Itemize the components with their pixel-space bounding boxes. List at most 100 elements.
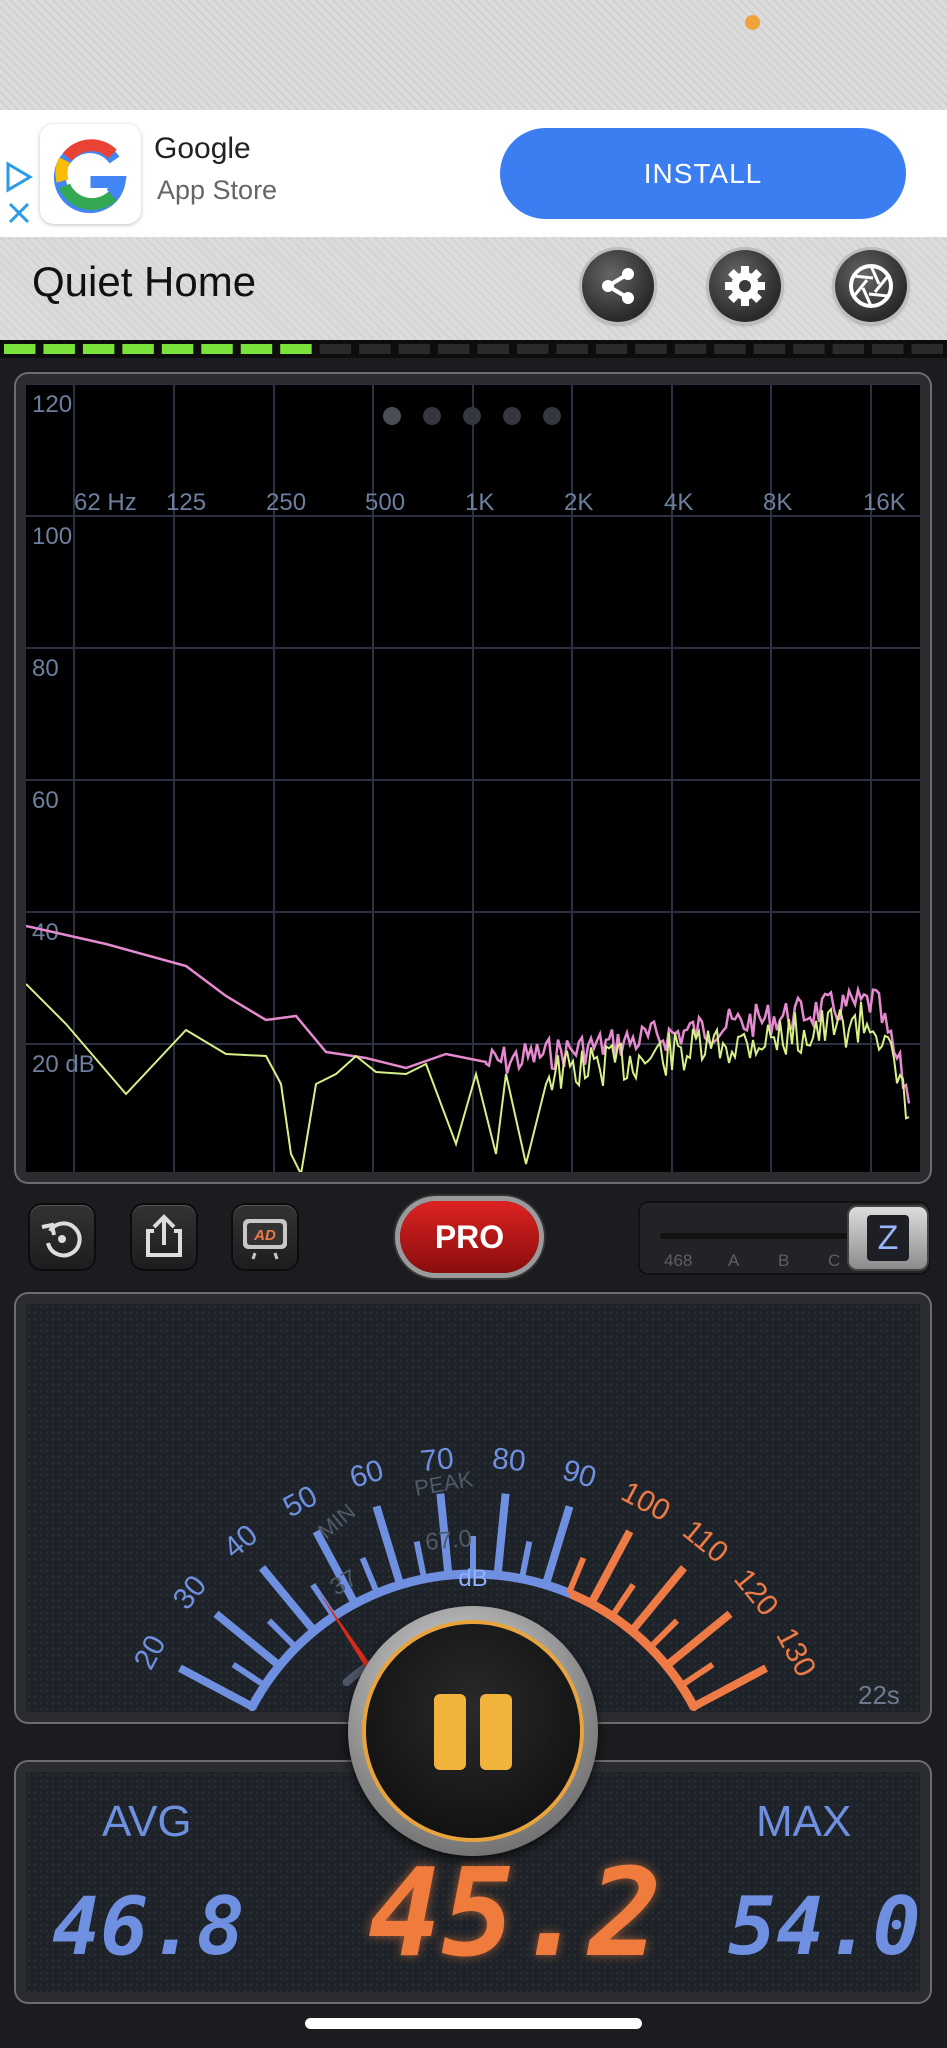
install-button[interactable]: INSTALL xyxy=(500,128,906,219)
meter-tick xyxy=(679,1661,715,1689)
ad-title[interactable]: Google xyxy=(154,132,251,166)
level-segment xyxy=(438,344,470,354)
export-button[interactable] xyxy=(132,1205,196,1269)
level-segment xyxy=(161,344,194,354)
meter-scale-label: 90 xyxy=(559,1454,601,1495)
freq-label: 125 xyxy=(166,489,206,516)
status-indicator-dot xyxy=(745,15,760,30)
level-segment xyxy=(477,344,509,354)
page-dot xyxy=(543,407,561,425)
level-segment xyxy=(280,344,312,354)
freq-label: 2K xyxy=(564,489,593,516)
meter-arc-orange xyxy=(568,1590,699,1712)
freq-label: 62 Hz xyxy=(74,489,137,516)
spectrum-curve-max xyxy=(25,924,911,1104)
db-label: 100 xyxy=(32,523,72,550)
meter-tick xyxy=(177,1664,255,1711)
status-bar xyxy=(0,0,947,110)
ad-choices-icon[interactable] xyxy=(4,160,36,232)
level-bar xyxy=(0,340,947,358)
spectrum-curve-current xyxy=(25,983,910,1178)
reset-icon xyxy=(41,1221,82,1258)
pause-button[interactable] xyxy=(366,1624,580,1838)
weighting-b[interactable]: B xyxy=(778,1251,789,1271)
meter-scale-label: 40 xyxy=(217,1518,264,1565)
freq-label: 8K xyxy=(763,489,792,516)
meter-tick xyxy=(359,1556,380,1595)
peak-value: 67.0 xyxy=(424,1525,473,1556)
level-segment xyxy=(319,344,352,354)
avg-value: 46.8 xyxy=(52,1880,245,1973)
level-segment xyxy=(911,344,943,354)
db-label: 20 dB xyxy=(32,1051,95,1078)
weighting-selected: Z xyxy=(867,1215,909,1261)
meter-tick xyxy=(231,1661,267,1689)
settings-button[interactable] xyxy=(709,250,781,322)
level-segment xyxy=(240,344,273,354)
meter-scale-label: 130 xyxy=(769,1623,822,1683)
meter-tick xyxy=(518,1540,533,1580)
db-label: 120 xyxy=(32,391,72,418)
max-value: 54.0 xyxy=(728,1880,921,1973)
remove-ads-button[interactable]: AD xyxy=(233,1205,297,1269)
level-segment xyxy=(4,344,36,354)
page-dot xyxy=(383,407,401,425)
level-segment xyxy=(793,344,825,354)
level-segment xyxy=(359,344,391,354)
share-box-icon xyxy=(146,1214,182,1257)
db-label: 80 xyxy=(32,655,59,682)
freq-label: 500 xyxy=(365,489,405,516)
freq-label: 16K xyxy=(863,489,906,516)
reset-button[interactable] xyxy=(30,1205,94,1269)
spectrum-analyzer[interactable]: 62 Hz 125 250 500 1K 2K 4K 8K 16K 120 100 80 60 40 20 … xyxy=(25,383,920,1178)
meter-scale-label: 80 xyxy=(491,1442,527,1478)
level-segment xyxy=(201,344,233,354)
google-g-icon xyxy=(53,139,127,214)
camera-button[interactable] xyxy=(835,250,907,322)
meter-tick xyxy=(609,1583,636,1618)
page-title[interactable]: Quiet Home xyxy=(32,258,256,306)
share-button[interactable] xyxy=(582,250,654,322)
tv-icon: AD xyxy=(243,1219,287,1260)
gear-icon xyxy=(725,266,765,306)
level-segment xyxy=(122,344,154,354)
weighting-track[interactable] xyxy=(660,1233,860,1239)
level-segment xyxy=(714,344,746,354)
meter-tick xyxy=(372,1505,405,1586)
level-segment xyxy=(595,344,628,354)
meter-tick xyxy=(266,1618,299,1650)
home-indicator[interactable] xyxy=(305,2018,642,2029)
meter-tick xyxy=(691,1664,769,1711)
meter-scale-label: 50 xyxy=(278,1479,323,1524)
pro-button[interactable]: PRO xyxy=(400,1201,539,1273)
level-segment xyxy=(832,344,865,354)
meter-tick xyxy=(587,1529,634,1606)
db-label: 60 xyxy=(32,787,59,814)
weighting-a[interactable]: A xyxy=(728,1251,739,1271)
meter-scale-label: 60 xyxy=(346,1454,388,1495)
aperture-icon xyxy=(849,264,893,308)
meter-scale-label: 120 xyxy=(727,1563,784,1623)
meter-scale-label: 20 xyxy=(128,1630,173,1675)
freq-label: 1K xyxy=(465,489,494,516)
avg-label: AVG xyxy=(102,1797,192,1846)
page-dot xyxy=(463,407,481,425)
level-segment xyxy=(82,344,115,354)
weighting-468[interactable]: 468 xyxy=(664,1251,692,1271)
level-segment xyxy=(398,344,431,354)
meter-scale-label: 100 xyxy=(616,1475,676,1528)
ad-subtitle[interactable]: App Store xyxy=(157,175,277,206)
freq-label: 250 xyxy=(266,489,306,516)
meter-scale-label: 110 xyxy=(676,1514,734,1570)
share-icon xyxy=(602,268,634,304)
freq-label: 4K xyxy=(664,489,693,516)
level-segment xyxy=(516,344,549,354)
unit-label: dB xyxy=(458,1565,487,1592)
meter-tick xyxy=(310,1583,337,1618)
level-segment xyxy=(635,344,667,354)
google-logo[interactable] xyxy=(40,124,141,224)
weighting-z-handle[interactable]: Z xyxy=(849,1207,927,1269)
meter-tick xyxy=(566,1556,587,1595)
weighting-c[interactable]: C xyxy=(828,1251,840,1271)
meter-tick xyxy=(413,1540,428,1580)
